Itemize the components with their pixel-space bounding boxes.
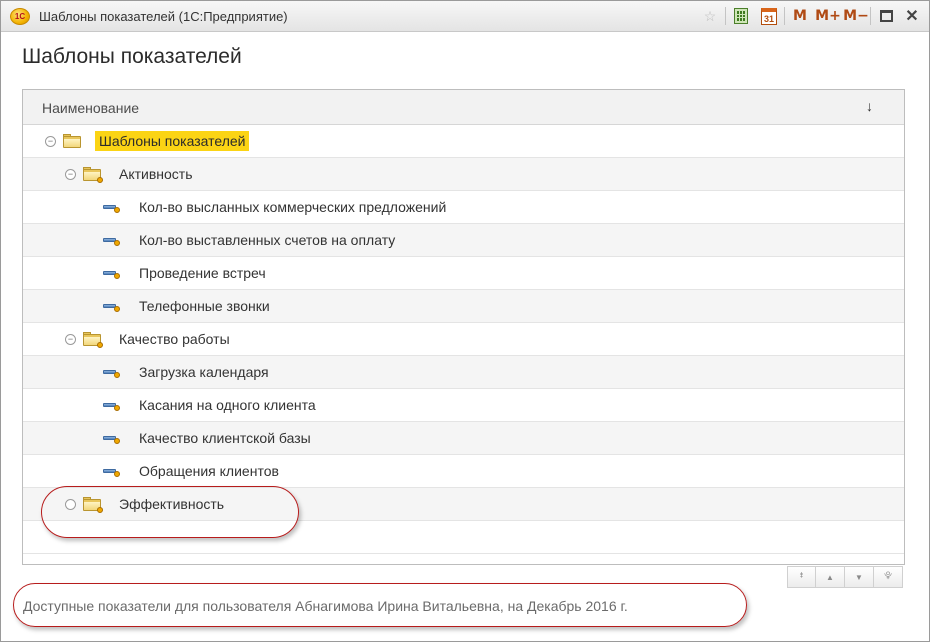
tree-item-row[interactable]: Кол-во выставленных счетов на оплату [23, 224, 904, 257]
collapse-toggle-icon[interactable]: − [45, 136, 56, 147]
tree-row-label: Загрузка календаря [139, 364, 269, 380]
tree-row-label: Качество работы [119, 331, 230, 347]
tree-row-label: Кол-во выставленных счетов на оплату [139, 232, 396, 248]
tree-row-label: Обращения клиентов [139, 463, 279, 479]
tree-row-label: Эффективность [119, 496, 225, 512]
empty-group-toggle-icon[interactable] [65, 499, 76, 510]
memory-minus-button[interactable]: M− [843, 6, 869, 26]
tree-rows: − Шаблоны показателей − Активность Кол-во вы… [23, 125, 904, 554]
maximize-button[interactable] [877, 6, 895, 26]
toolbar-separator [725, 7, 726, 25]
tree-item-row[interactable]: Качество клиентской базы [23, 422, 904, 455]
toolbar-separator [870, 7, 871, 25]
tree-row-label: Проведение встреч [139, 265, 266, 281]
go-first-button[interactable]: ⯒ [787, 566, 816, 588]
indicator-templates-tree[interactable]: Наименование ↓ − Шаблоны показателей − Акти… [22, 89, 905, 565]
tree-row-label: Телефонные звонки [139, 298, 270, 314]
calculator-icon[interactable] [732, 6, 750, 26]
tree-row-label: Касания на одного клиента [139, 397, 316, 413]
status-text: Доступные показатели для пользователя Аб… [23, 598, 628, 614]
tree-item-row[interactable]: Кол-во высланных коммерческих предложени… [23, 191, 904, 224]
tree-item-row[interactable]: Касания на одного клиента [23, 389, 904, 422]
tree-group-row[interactable]: − Шаблоны показателей [23, 125, 904, 158]
indicator-icon [103, 302, 120, 312]
app-window: 1С Шаблоны показателей (1С:Предприятие) … [0, 0, 930, 642]
page-title: Шаблоны показателей [22, 45, 242, 68]
list-navigation: ⯒ ▲ ▼ ⯓ [787, 566, 905, 588]
title-bar: 1С Шаблоны показателей (1С:Предприятие) … [1, 1, 929, 32]
tree-header: Наименование ↓ [23, 90, 904, 125]
indicator-icon [103, 467, 120, 477]
maximize-icon [879, 10, 893, 22]
tree-row-label: Качество клиентской базы [139, 430, 311, 446]
collapse-toggle-icon[interactable]: − [65, 334, 76, 345]
calendar-icon[interactable]: 31 [759, 6, 779, 26]
folder-icon [63, 134, 81, 148]
tree-row-label: Шаблоны показателей [95, 131, 250, 151]
folder-icon [83, 497, 103, 513]
indicator-icon [103, 269, 120, 279]
tree-group-row[interactable]: − Качество работы [23, 323, 904, 356]
favorite-star-icon[interactable]: ☆ [701, 6, 719, 26]
go-last-button[interactable]: ⯓ [874, 566, 903, 588]
tree-empty-row [23, 521, 904, 554]
tree-item-row[interactable]: Телефонные звонки [23, 290, 904, 323]
memory-plus-button[interactable]: M+ [815, 6, 841, 26]
indicator-icon [103, 401, 120, 411]
close-button[interactable]: ✕ [903, 6, 921, 26]
app-logo-icon[interactable]: 1С [10, 8, 30, 25]
memory-button[interactable]: M [791, 6, 809, 26]
indicator-icon [103, 434, 120, 444]
collapse-toggle-icon[interactable]: − [65, 169, 76, 180]
tree-item-row[interactable]: Обращения клиентов [23, 455, 904, 488]
column-header-name[interactable]: Наименование [42, 100, 139, 116]
tree-item-row[interactable]: Загрузка календаря [23, 356, 904, 389]
window-title: Шаблоны показателей (1С:Предприятие) [39, 9, 288, 24]
indicator-icon [103, 203, 120, 213]
indicator-icon [103, 368, 120, 378]
folder-icon [83, 332, 103, 348]
go-down-button[interactable]: ▼ [845, 566, 874, 588]
tree-row-label: Активность [119, 166, 193, 182]
sort-down-icon[interactable]: ↓ [866, 98, 873, 114]
tree-item-row[interactable]: Проведение встреч [23, 257, 904, 290]
go-up-button[interactable]: ▲ [816, 566, 845, 588]
tree-group-row[interactable]: Эффективность [23, 488, 904, 521]
folder-icon [83, 167, 103, 183]
toolbar-separator [784, 7, 785, 25]
tree-row-label: Кол-во высланных коммерческих предложени… [139, 199, 447, 215]
indicator-icon [103, 236, 120, 246]
tree-group-row[interactable]: − Активность [23, 158, 904, 191]
